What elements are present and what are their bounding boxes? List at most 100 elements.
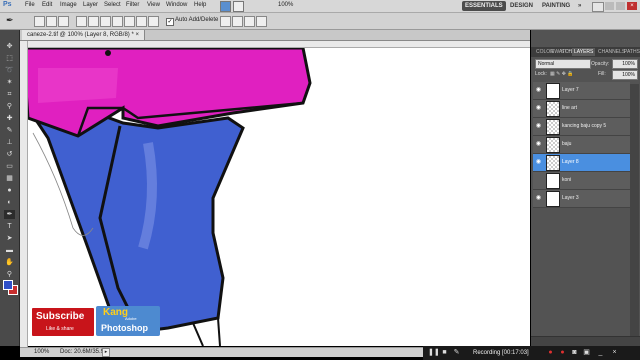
blur-icon[interactable]: ●	[4, 186, 15, 195]
zoom-icon[interactable]: ⚲	[4, 270, 15, 279]
recorder-webcam-icon[interactable]: ●	[546, 348, 555, 357]
menu-window[interactable]: Window	[166, 2, 187, 8]
layer-row[interactable]: ◉ line art	[533, 100, 630, 118]
recorder-pen-icon[interactable]: ✎	[452, 348, 461, 357]
eraser-icon[interactable]: ▭	[4, 162, 15, 171]
document-title: caneze-2.tif @ 100% (Layer 8, RGB/8) *	[27, 32, 134, 38]
polygon-icon[interactable]	[124, 16, 135, 27]
layer-row-selected[interactable]: ◉ Layer 8	[533, 154, 630, 172]
auto-add-delete-checkbox[interactable]: ✓	[166, 18, 174, 26]
eye-icon[interactable]: ◉	[535, 105, 542, 112]
opacity-input[interactable]: 100%	[612, 59, 638, 69]
line-icon[interactable]	[136, 16, 147, 27]
recorder-close-icon[interactable]: ×	[610, 348, 619, 357]
ruler-vertical	[20, 41, 28, 347]
foreground-color-swatch[interactable]	[3, 280, 13, 290]
layers-scrollbar[interactable]	[630, 84, 639, 344]
layer-row[interactable]: ◉ Layer 3	[533, 190, 630, 208]
type-icon[interactable]: T	[4, 222, 15, 231]
history-brush-icon[interactable]: ↺	[4, 150, 15, 159]
menu-edit[interactable]: Edit	[42, 2, 52, 8]
eye-icon[interactable]: ◉	[535, 159, 542, 166]
stamp-icon[interactable]: ⊥	[4, 138, 15, 147]
path-intersect-icon[interactable]	[244, 16, 255, 27]
layer-row[interactable]: ◉ baju	[533, 136, 630, 154]
path-select-icon[interactable]: ➤	[4, 234, 15, 243]
layer-row[interactable]: ◉ koni	[533, 172, 630, 190]
opacity-label: Opacity:	[591, 61, 610, 67]
layer-name: Layer 3	[562, 195, 579, 201]
maximize-icon[interactable]	[616, 2, 625, 10]
workspace-design[interactable]: DESIGN	[507, 1, 536, 11]
photoshop-logo-icon: Ps	[3, 1, 12, 8]
tab-paths[interactable]: PATHS	[622, 48, 640, 56]
pen-tool-preset-icon[interactable]: ✒	[6, 15, 14, 26]
blend-mode-select[interactable]: Normal	[535, 59, 591, 69]
marquee-icon[interactable]: ⬚	[4, 54, 15, 63]
zoom-level[interactable]: 100%	[278, 2, 293, 8]
menu-file[interactable]: File	[25, 2, 35, 8]
brush-icon[interactable]: ✎	[4, 126, 15, 135]
bridge-icon[interactable]	[220, 1, 231, 12]
close-icon[interactable]: ×	[627, 2, 637, 10]
menu-image[interactable]: Image	[60, 2, 77, 8]
recorder-stop-icon[interactable]: ■	[440, 348, 449, 357]
path-exclude-icon[interactable]	[256, 16, 267, 27]
document-canvas[interactable]	[28, 48, 530, 346]
layer-row[interactable]: ◉ Layer 7	[533, 82, 630, 100]
layer-thumbnail	[546, 173, 560, 189]
lock-label: Lock:	[535, 71, 547, 77]
eyedropper-icon[interactable]: ⚲	[4, 102, 15, 111]
more-workspaces-icon[interactable]: »	[575, 1, 584, 11]
custom-shape-icon[interactable]	[148, 16, 159, 27]
path-subtract-icon[interactable]	[232, 16, 243, 27]
gradient-icon[interactable]: ▦	[4, 174, 15, 183]
recorder-pause-icon[interactable]: ❚❚	[428, 348, 440, 357]
shape-layers-icon[interactable]	[34, 16, 45, 27]
menu-layer[interactable]: Layer	[83, 2, 98, 8]
tab-close-icon[interactable]: ×	[135, 32, 139, 38]
menu-filter[interactable]: Filter	[126, 2, 139, 8]
paths-mode-icon[interactable]	[46, 16, 57, 27]
status-zoom[interactable]: 100%	[34, 349, 49, 355]
workspace-essentials[interactable]: ESSENTIALS	[462, 1, 506, 11]
fill-input[interactable]: 100%	[612, 70, 638, 80]
cs-live-icon[interactable]	[592, 2, 604, 12]
dodge-icon[interactable]: ◐	[4, 198, 15, 207]
eye-icon[interactable]: ◉	[535, 141, 542, 148]
pen-icon[interactable]	[76, 16, 87, 27]
ellipse-icon[interactable]	[112, 16, 123, 27]
menu-help[interactable]: Help	[194, 2, 206, 8]
pen-icon[interactable]: ✒	[4, 210, 15, 219]
crop-icon[interactable]: ⌗	[4, 90, 15, 99]
recorder-minimize-icon[interactable]: _	[596, 348, 605, 357]
layer-row[interactable]: ◉ kancing baju copy 5	[533, 118, 630, 136]
eye-hidden-icon[interactable]: ◉	[535, 177, 542, 184]
eye-icon[interactable]: ◉	[535, 87, 542, 94]
workspace-painting[interactable]: PAINTING	[539, 1, 573, 11]
recorder-camera-icon[interactable]: ◙	[570, 348, 579, 357]
minibridge-icon[interactable]	[233, 1, 244, 12]
shape-icon[interactable]: ▬	[4, 246, 15, 255]
menu-view[interactable]: View	[147, 2, 160, 8]
recorder-screen-icon[interactable]: ▣	[582, 348, 591, 357]
lasso-icon[interactable]: ➰	[4, 66, 15, 75]
eye-icon[interactable]: ◉	[535, 123, 542, 130]
document-tab[interactable]: caneze-2.tif @ 100% (Layer 8, RGB/8) * ×	[22, 30, 145, 40]
path-combine-icon[interactable]	[220, 16, 231, 27]
move-icon[interactable]: ✥	[4, 42, 15, 51]
lock-icons[interactable]: ▦ ✎ ✥ 🔒	[550, 71, 574, 77]
minimize-icon[interactable]	[605, 2, 614, 10]
rounded-rect-icon[interactable]	[100, 16, 111, 27]
recorder-audio-icon[interactable]: ●	[558, 348, 567, 357]
rectangle-icon[interactable]	[88, 16, 99, 27]
healing-icon[interactable]: ✚	[4, 114, 15, 123]
magic-wand-icon[interactable]: ✶	[4, 78, 15, 87]
tab-layers[interactable]: LAYERS	[572, 48, 596, 56]
eye-icon[interactable]: ◉	[535, 195, 542, 202]
menu-select[interactable]: Select	[104, 2, 121, 8]
status-menu-icon[interactable]: ▸	[102, 348, 110, 357]
fill-pixels-icon[interactable]	[58, 16, 69, 27]
hand-icon[interactable]: ✋	[4, 258, 15, 267]
subscribe-label: Subscribe	[36, 311, 85, 322]
